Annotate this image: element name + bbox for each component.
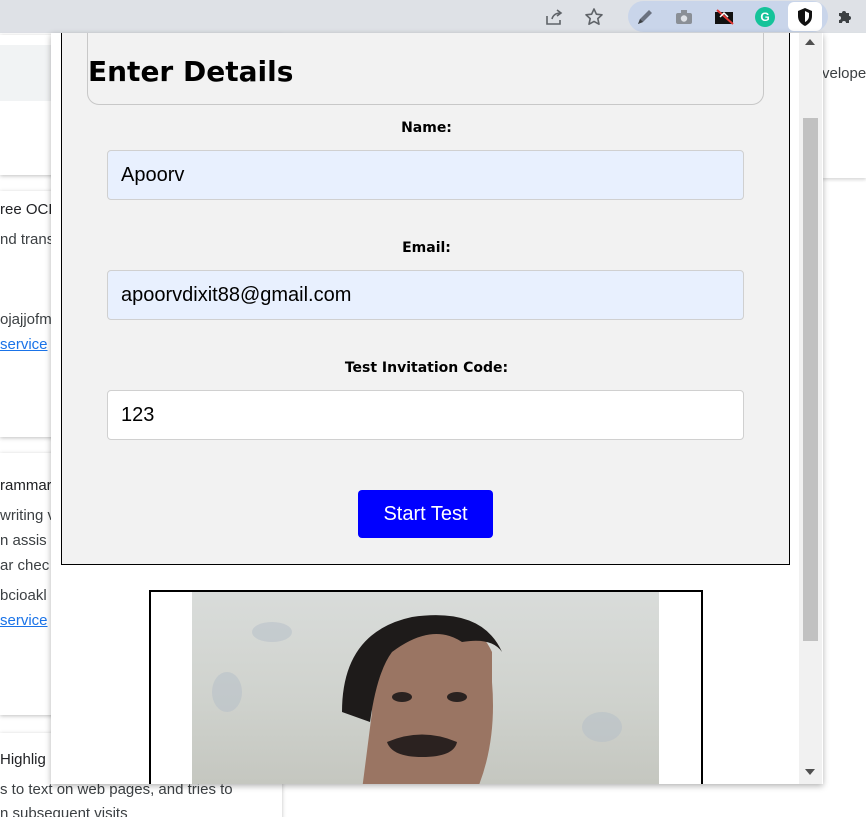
card-description: writing v [0,507,56,524]
grammarly-icon[interactable]: G [752,4,778,30]
email-label: Email: [402,240,451,256]
person-silhouette [342,615,502,784]
invitation-code-input[interactable] [107,390,744,440]
popup-scrollbar[interactable] [799,33,822,784]
card-title: rammar [0,477,52,494]
extension-popup: Enter Details Name: Email: Test Invitati… [51,33,823,784]
ext-dark-icon[interactable] [711,4,737,30]
card-id: ojajjofm [0,311,52,328]
browser-toolbar: G [0,0,866,33]
page-title: Enter Details [88,55,294,88]
webcam-preview [149,590,703,784]
right-card-shadow [822,33,866,178]
webcam-video [192,592,659,784]
details-form: Enter Details Name: Email: Test Invitati… [61,33,790,565]
shield-extension-button[interactable] [788,2,822,31]
email-input[interactable] [107,270,744,320]
card-title: Highlig [0,751,46,768]
puzzle-icon[interactable] [832,4,858,30]
card-description: ar chec [0,557,50,574]
card-service-link[interactable]: service [0,336,48,353]
star-icon[interactable] [581,4,607,30]
share-icon[interactable] [541,4,567,30]
card-description: nd trans [0,231,55,248]
card-id: bcioakl [0,587,47,604]
camera-icon[interactable] [671,4,697,30]
shield-icon [798,7,812,26]
name-label: Name: [401,120,452,136]
invitation-code-label: Test Invitation Code: [344,360,509,376]
start-test-button[interactable]: Start Test [358,490,493,538]
card-service-link[interactable]: service [0,612,48,629]
scroll-thumb[interactable] [803,118,818,641]
scroll-down-arrow-icon[interactable] [805,769,815,775]
name-input[interactable] [107,150,744,200]
pen-icon[interactable] [632,4,658,30]
card-description: n subsequent visits [0,805,128,817]
right-card-text: veloper [822,65,866,82]
grammarly-letter: G [755,7,775,27]
scroll-up-arrow-icon[interactable] [805,39,815,45]
card-description: n assis [0,532,47,549]
